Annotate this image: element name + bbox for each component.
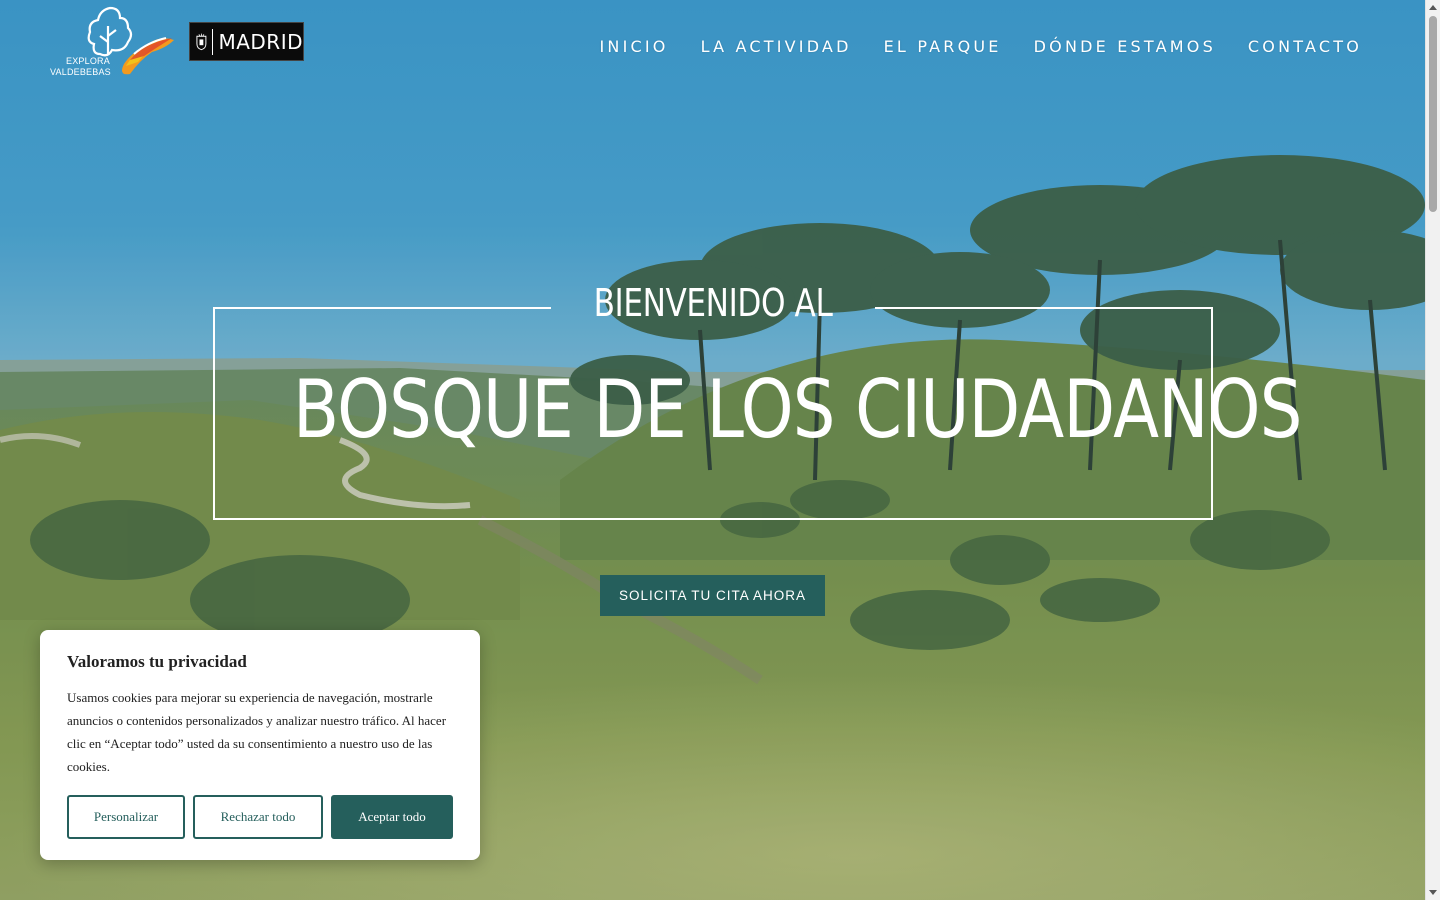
madrid-logo-text: MADRID xyxy=(218,29,303,54)
nav-item-contacto[interactable]: CONTACTO xyxy=(1248,37,1362,56)
nav-item-la-actividad[interactable]: LA ACTIVIDAD xyxy=(701,37,852,56)
madrid-logo[interactable]: MADRID xyxy=(189,22,304,61)
customize-cookies-button[interactable]: Personalizar xyxy=(67,795,185,839)
page: EXPLORA VALDEBEBAS MADRID INICIO LA ACTI… xyxy=(0,0,1440,900)
cookie-banner-text: Usamos cookies para mejorar su experienc… xyxy=(67,690,447,774)
explora-logo-line1: EXPLORA xyxy=(66,56,110,66)
scroll-up-arrow-icon[interactable] xyxy=(1429,5,1437,10)
madrid-logo-divider xyxy=(211,28,213,55)
hero-title-frame: BIENVENIDO AL BOSQUE DE LOS CIUDADANOS xyxy=(213,281,1302,520)
cookie-consent-banner: Valoramos tu privacidad Usamos cookies p… xyxy=(40,630,480,860)
hero-title: BOSQUE DE LOS CIUDADANOS xyxy=(293,363,1302,456)
reject-all-cookies-button[interactable]: Rechazar todo xyxy=(193,795,323,839)
cookie-banner-title: Valoramos tu privacidad xyxy=(67,652,247,671)
nav-item-donde-estamos[interactable]: DÓNDE ESTAMOS xyxy=(1034,37,1216,56)
scroll-down-arrow-icon[interactable] xyxy=(1429,890,1437,895)
explora-logo-text: EXPLORA VALDEBEBAS xyxy=(50,56,111,78)
main-nav: INICIO LA ACTIVIDAD EL PARQUE DÓNDE ESTA… xyxy=(568,37,1363,56)
vertical-scrollbar[interactable] xyxy=(1425,0,1440,900)
request-appointment-button[interactable]: SOLICITA TU CITA AHORA xyxy=(600,575,825,616)
explora-logo-line2: VALDEBEBAS xyxy=(50,67,111,77)
madrid-crest-icon xyxy=(196,33,207,50)
hero-subtitle: BIENVENIDO AL xyxy=(593,281,833,325)
accept-all-cookies-button[interactable]: Aceptar todo xyxy=(331,795,453,839)
nav-item-el-parque[interactable]: EL PARQUE xyxy=(884,37,1002,56)
nav-item-inicio[interactable]: INICIO xyxy=(600,37,669,56)
scrollbar-thumb[interactable] xyxy=(1429,16,1437,212)
